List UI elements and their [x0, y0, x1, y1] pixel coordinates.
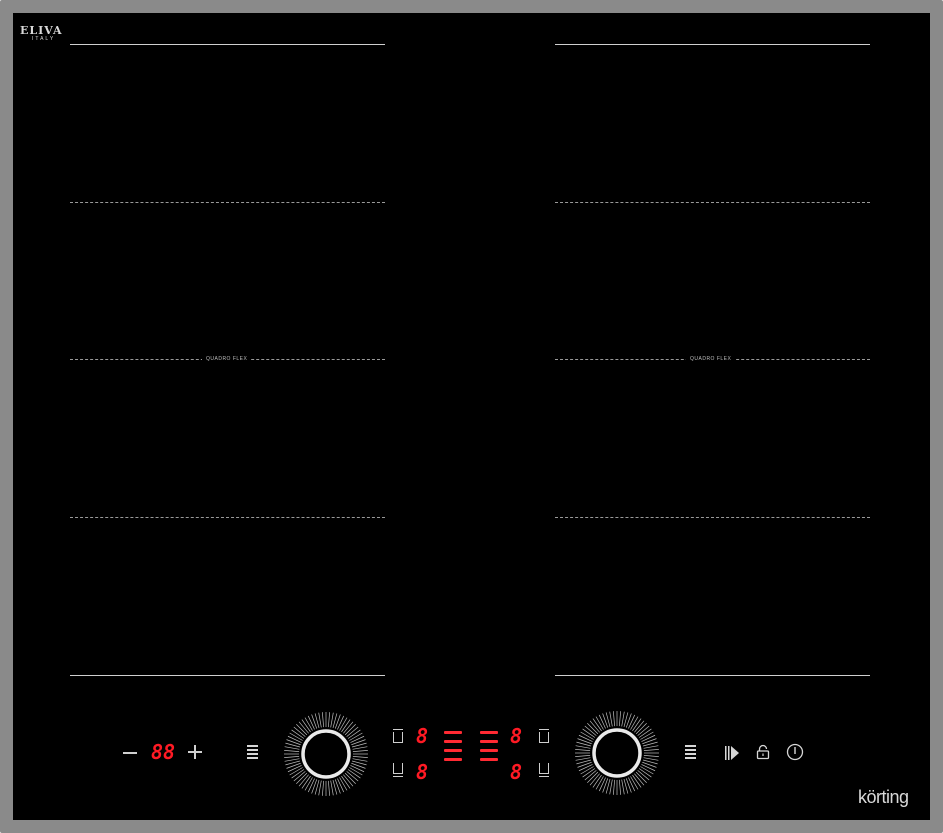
left-zone-top-line [70, 44, 385, 45]
brand-badge: ELIVA ITALY [20, 24, 63, 42]
pause-icon[interactable] [724, 745, 740, 761]
left-power-bars[interactable] [444, 731, 462, 767]
left-zone-dash-1 [70, 202, 385, 203]
timer-display: 88 [151, 740, 176, 764]
brand-logo: körting [858, 787, 909, 807]
right-power-bars[interactable] [480, 731, 498, 767]
right-zone-label: QUADRO FLEX [686, 356, 736, 362]
left-slider-dial-icon[interactable] [283, 711, 369, 797]
plus-icon[interactable] [188, 745, 202, 759]
right-menu-icon[interactable] [685, 745, 696, 761]
left-zone-bottom-display: 8 [416, 760, 429, 784]
right-zone-dash-3 [555, 517, 870, 518]
left-zone-top-display: 8 [416, 724, 429, 748]
right-zone-bottom-line [555, 675, 870, 676]
zone-indicator-icon [393, 729, 403, 743]
left-zone-bottom-line [70, 675, 385, 676]
zone-indicator-icon [539, 763, 549, 777]
right-zone-top-display: 8 [510, 724, 523, 748]
minus-icon[interactable] [123, 752, 137, 754]
cooktop-glass [13, 13, 930, 820]
power-icon[interactable] [786, 743, 804, 761]
brand-name: ELIVA [20, 24, 63, 37]
right-zone-bottom-display: 8 [510, 760, 523, 784]
left-zone-dash-3 [70, 517, 385, 518]
zone-indicator-icon [539, 729, 549, 743]
right-slider-dial-icon[interactable] [574, 710, 660, 796]
left-zone-label: QUADRO FLEX [202, 356, 252, 362]
zone-indicator-icon [393, 763, 403, 777]
right-zone-dash-1 [555, 202, 870, 203]
right-zone-top-line [555, 44, 870, 45]
lock-icon[interactable] [755, 744, 771, 760]
left-menu-icon[interactable] [247, 745, 258, 761]
